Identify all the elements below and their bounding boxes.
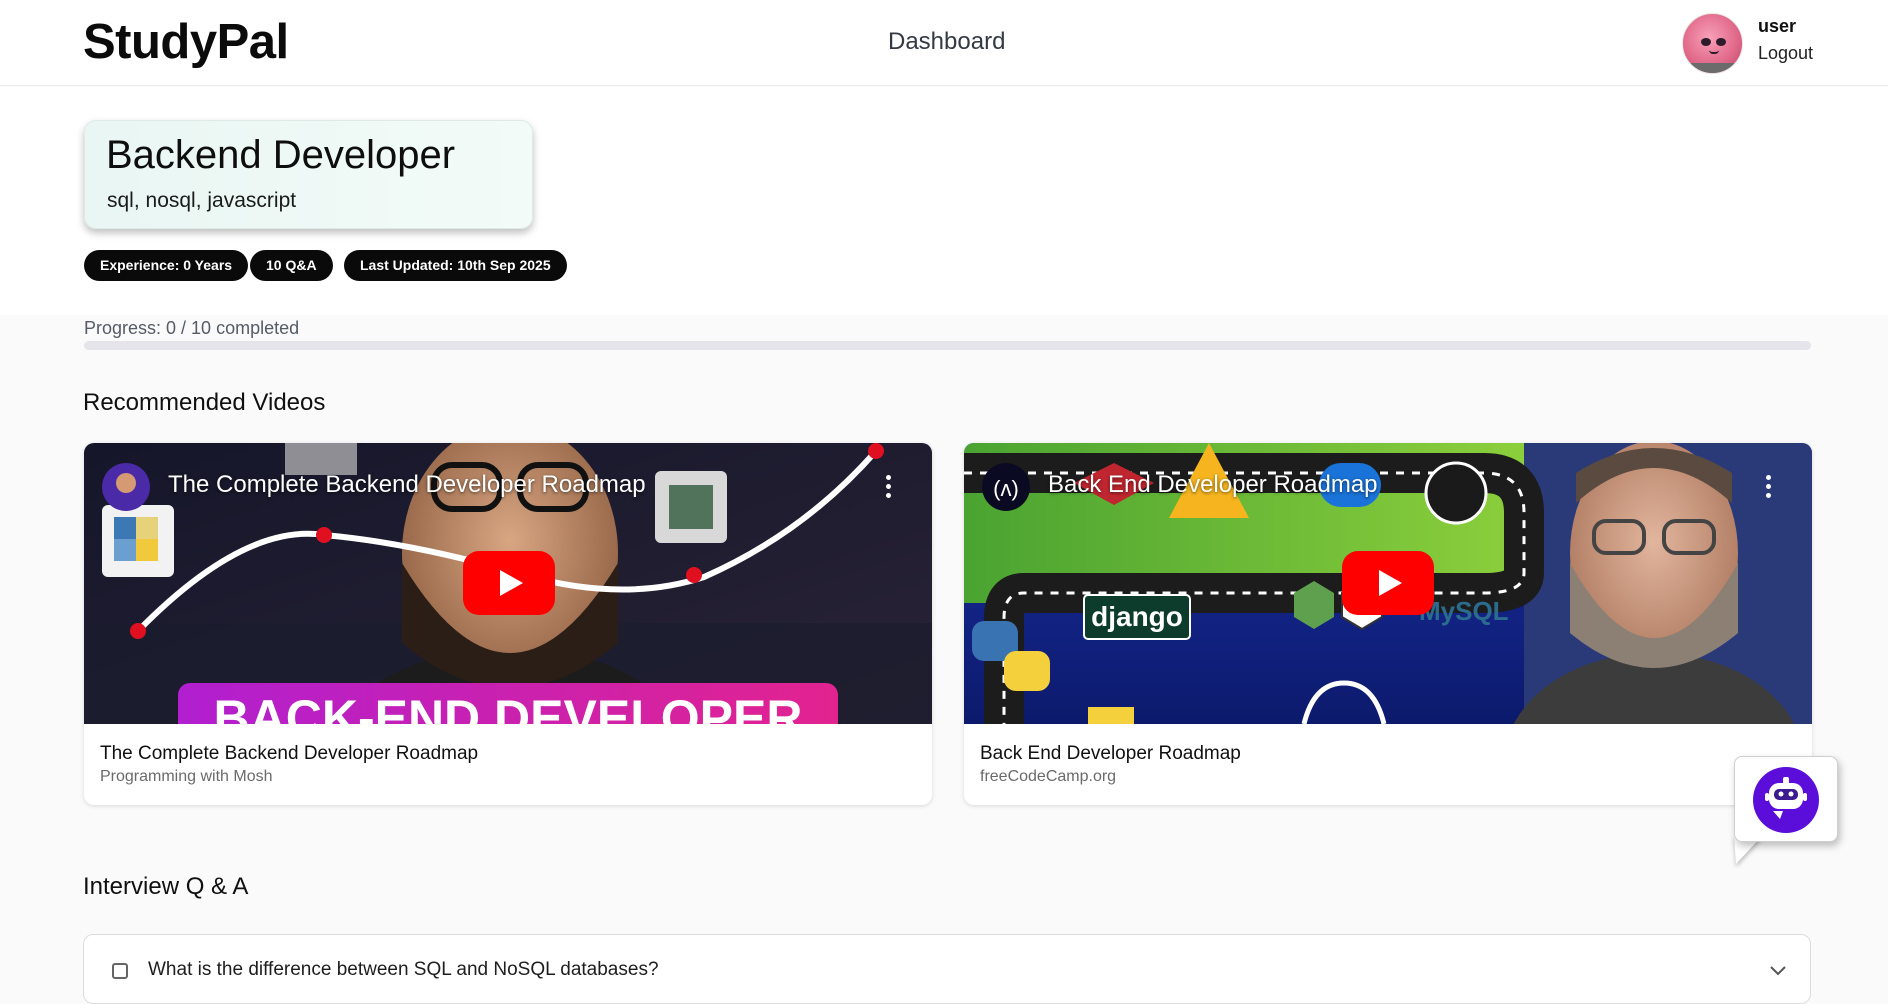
user-avatar[interactable]	[1682, 13, 1743, 74]
video-overlay-title: The Complete Backend Developer Roadmap	[168, 471, 646, 498]
avatar-mouth	[1709, 50, 1719, 54]
app-logo[interactable]: StudyPal	[83, 14, 289, 70]
progress-bar	[84, 341, 1811, 350]
role-skills: sql, nosql, javascript	[107, 189, 297, 212]
more-vert-icon[interactable]	[886, 475, 892, 502]
experience-badge: Experience: 0 Years	[84, 250, 249, 281]
django-logo-text: django	[1091, 601, 1183, 632]
youtube-play-icon[interactable]	[463, 551, 555, 615]
chatbot-button[interactable]	[1734, 756, 1838, 842]
user-name: user	[1758, 16, 1797, 36]
svg-text:(ʌ): (ʌ)	[993, 476, 1019, 501]
video-channel: Programming with Mosh	[100, 768, 273, 785]
video-channel: freeCodeCamp.org	[980, 768, 1117, 785]
chevron-down-icon[interactable]	[1769, 961, 1787, 979]
qa-completed-checkbox[interactable]	[112, 963, 128, 979]
qa-accordion-item[interactable]: What is the difference between SQL and N…	[83, 934, 1811, 1004]
video-overlay-title: Back End Developer Roadmap	[1048, 471, 1378, 498]
last-updated-badge: Last Updated: 10th Sep 2025	[344, 250, 567, 281]
avatar-eye	[1716, 38, 1726, 46]
interview-qa-heading: Interview Q & A	[83, 873, 249, 900]
video-thumbnail[interactable]: BACK-END DEVELOPER The Complete Backend …	[84, 443, 932, 724]
nav-dashboard-link[interactable]: Dashboard	[888, 28, 1005, 56]
avatar-shirt	[1683, 63, 1742, 73]
video-card[interactable]: django MySQL (ʌ) Back End Developer Road…	[964, 443, 1812, 805]
logout-link[interactable]: Logout	[1758, 43, 1813, 64]
thumbnail-banner-text: BACK-END DEVELOPER	[214, 690, 803, 724]
chatbot-icon	[1753, 767, 1819, 833]
progress-label: Progress: 0 / 10 completed	[84, 318, 300, 338]
video-card[interactable]: BACK-END DEVELOPER The Complete Backend …	[84, 443, 932, 805]
video-title[interactable]: The Complete Backend Developer Roadmap	[100, 743, 478, 765]
qa-count-badge: 10 Q&A	[250, 250, 333, 281]
youtube-play-icon[interactable]	[1342, 551, 1434, 615]
more-vert-icon[interactable]	[1766, 475, 1772, 502]
qa-question[interactable]: What is the difference between SQL and N…	[148, 959, 659, 981]
role-title: Backend Developer	[106, 133, 456, 177]
video-thumbnail[interactable]: django MySQL (ʌ) Back End Developer Road…	[964, 443, 1812, 724]
top-navbar: StudyPal Dashboard user Logout	[0, 0, 1888, 86]
video-title[interactable]: Back End Developer Roadmap	[980, 743, 1241, 765]
avatar-eye	[1701, 38, 1711, 46]
recommended-videos-heading: Recommended Videos	[83, 389, 326, 416]
role-card: Backend Developer sql, nosql, javascript	[84, 120, 533, 229]
